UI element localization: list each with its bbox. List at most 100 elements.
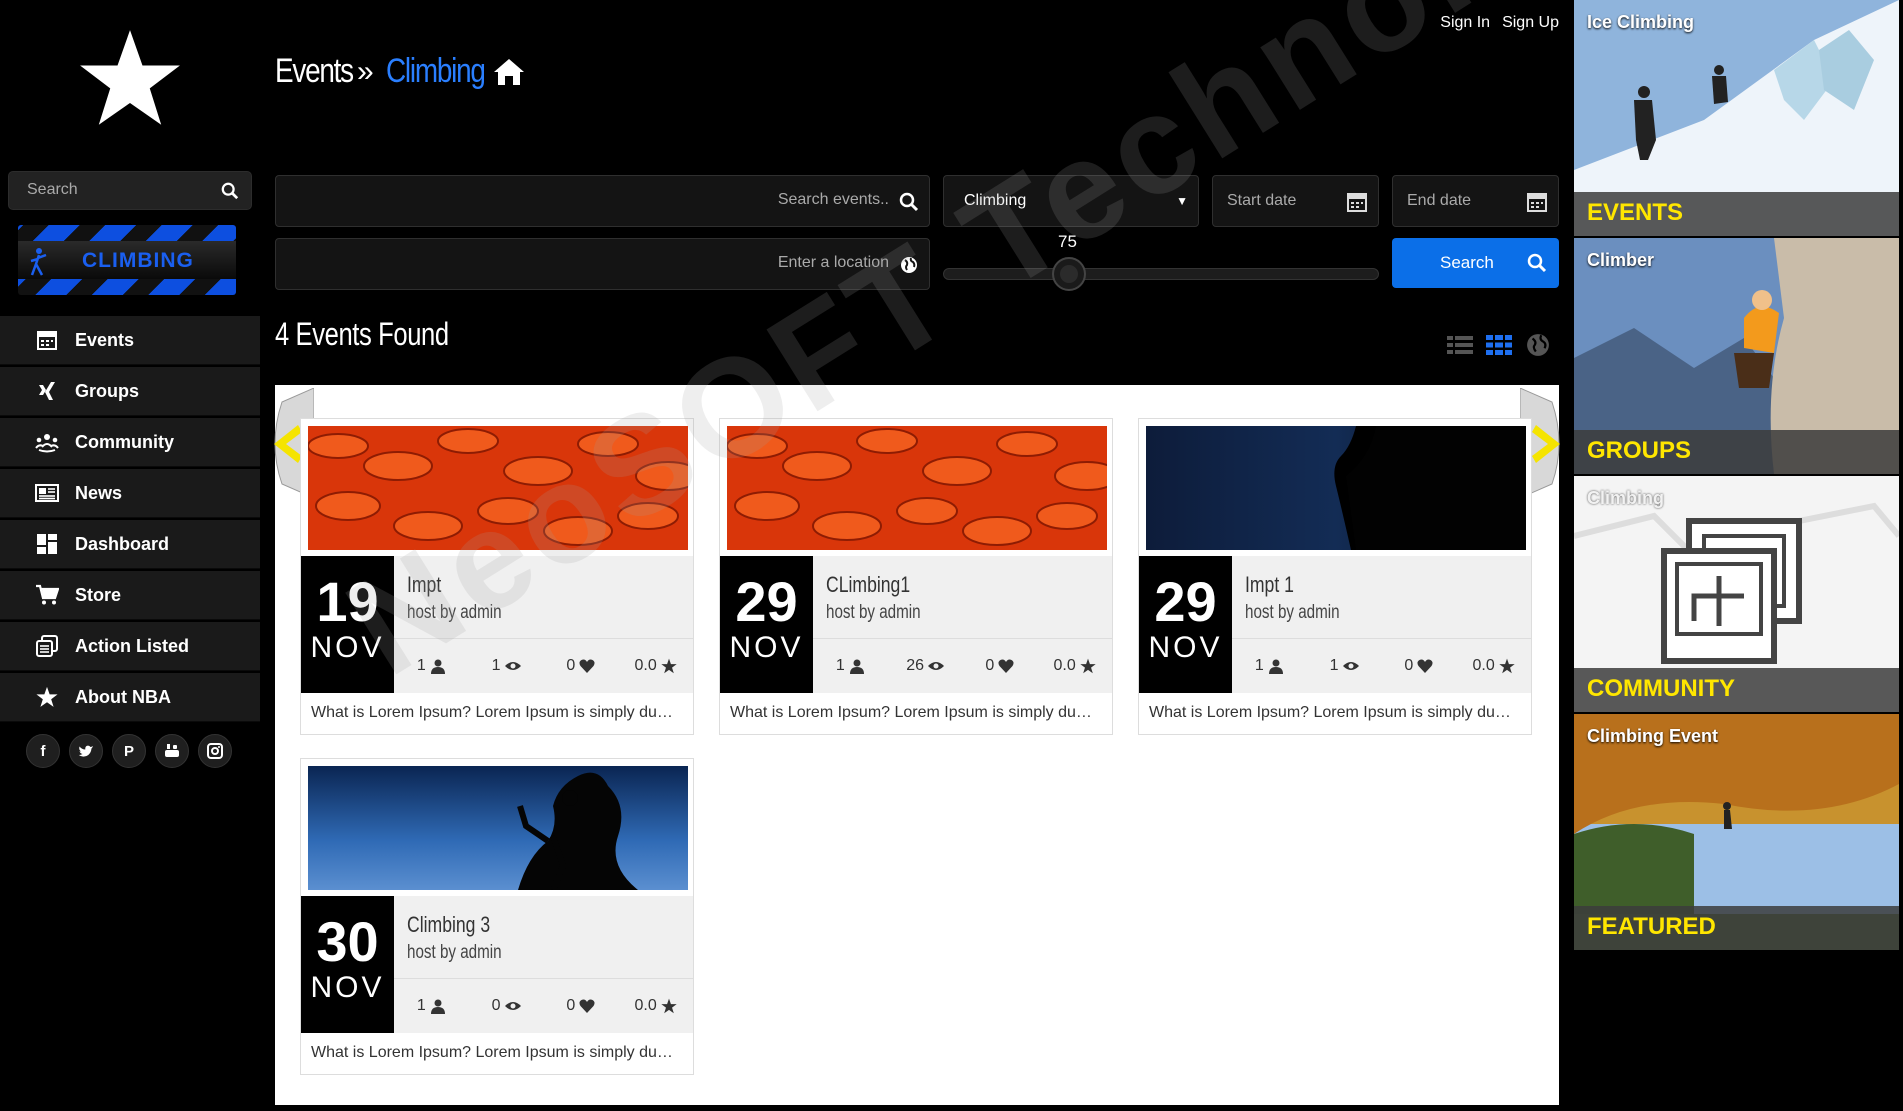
rating-stat: 0.0 <box>1456 657 1531 675</box>
end-date-field[interactable] <box>1392 175 1559 227</box>
event-image[interactable] <box>308 766 688 890</box>
start-date-input[interactable] <box>1227 192 1337 210</box>
event-date: 29 NOV <box>720 556 813 693</box>
event-image[interactable] <box>308 426 688 550</box>
sidebar-item-community[interactable]: Community <box>0 418 260 467</box>
likes-stat: 0 <box>963 657 1038 675</box>
event-stats: 1 26 0 0.0 <box>813 638 1112 693</box>
location-field[interactable] <box>275 238 930 290</box>
event-title[interactable]: CLimbing1 <box>826 572 910 598</box>
search-icon[interactable] <box>899 192 919 212</box>
event-date: 30 NOV <box>301 896 394 1033</box>
event-host: host by admin <box>826 602 921 623</box>
youtube-icon[interactable] <box>155 734 189 768</box>
event-image[interactable] <box>727 426 1107 550</box>
event-description: What is Lorem Ipsum? Lorem Ipsum is simp… <box>311 1044 686 1061</box>
event-stats: 1 1 0 0.0 <box>1232 638 1531 693</box>
attendees-count: 1 <box>416 997 426 1014</box>
sidebar-item-label: Events <box>75 329 135 350</box>
sidebar-item-groups[interactable]: Groups <box>0 367 260 416</box>
tile-label: GROUPS <box>1587 437 1692 464</box>
location-input[interactable] <box>349 254 889 272</box>
sidebar-item-about[interactable]: About NBA <box>0 673 260 722</box>
event-card[interactable]: 29 NOV Impt 1 host by admin 1 1 0 0.0 Wh… <box>1138 418 1532 735</box>
sidebar-search-input[interactable] <box>27 181 217 199</box>
radius-slider-track[interactable] <box>943 268 1379 280</box>
event-title[interactable]: Impt <box>407 572 441 598</box>
sidebar: CLIMBING Events Groups Community News Da… <box>0 0 260 1111</box>
map-view-icon[interactable] <box>1525 333 1551 357</box>
tile-bar: COMMUNITY <box>1574 668 1899 712</box>
rating-value: 0.0 <box>1472 657 1495 674</box>
user-icon <box>430 659 445 674</box>
pinterest-icon[interactable]: P <box>112 734 146 768</box>
facebook-icon[interactable]: f <box>26 734 60 768</box>
event-stats: 1 0 0 0.0 <box>394 978 693 1033</box>
xing-icon <box>34 379 60 403</box>
home-icon[interactable] <box>492 57 526 87</box>
tile-events[interactable]: Ice Climbing EVENTS <box>1574 0 1899 236</box>
grid-view-icon[interactable] <box>1486 333 1512 357</box>
calendar-icon <box>34 328 60 352</box>
tile-featured[interactable]: Climbing Event FEATURED <box>1574 714 1899 950</box>
views-count: 1 <box>1329 657 1339 674</box>
event-image[interactable] <box>1146 426 1526 550</box>
sidebar-item-events[interactable]: Events <box>0 316 260 365</box>
tile-community[interactable]: Climbing COMMUNITY <box>1574 476 1899 712</box>
views-stat: 1 <box>1307 657 1382 675</box>
search-icon[interactable] <box>221 182 239 200</box>
tile-caption: Climbing <box>1587 488 1664 508</box>
event-search-input[interactable] <box>349 191 889 209</box>
sidebar-item-label: Community <box>75 431 174 452</box>
attendees-count: 1 <box>416 657 426 674</box>
calendar-icon[interactable] <box>1346 191 1368 213</box>
sidebar-item-news[interactable]: News <box>0 469 260 518</box>
event-card[interactable]: 29 NOV CLimbing1 host by admin 1 26 0 0.… <box>719 418 1113 735</box>
community-icon <box>34 430 60 454</box>
likes-count: 0 <box>566 997 576 1014</box>
start-date-field[interactable] <box>1212 175 1379 227</box>
tile-caption: Climber <box>1587 250 1655 270</box>
sidebar-item-dashboard[interactable]: Dashboard <box>0 520 260 569</box>
breadcrumb-separator: » <box>357 54 374 88</box>
event-title[interactable]: Impt 1 <box>1245 572 1294 598</box>
radius-slider-handle[interactable] <box>1052 257 1086 291</box>
sign-up-link[interactable]: Sign Up <box>1502 14 1559 32</box>
event-title[interactable]: Climbing 3 <box>407 912 490 938</box>
auth-links: Sign In Sign Up <box>1440 14 1559 32</box>
sidebar-item-action-listed[interactable]: Action Listed <box>0 622 260 671</box>
social-links: f P <box>26 734 232 768</box>
sidebar-item-store[interactable]: Store <box>0 571 260 620</box>
newspaper-icon <box>34 481 60 505</box>
event-search-field[interactable] <box>275 175 930 227</box>
breadcrumb-current: Climbing <box>386 52 486 90</box>
tile-groups[interactable]: Climber GROUPS <box>1574 238 1899 474</box>
sidebar-item-label: About NBA <box>75 686 171 707</box>
breadcrumb-events-link[interactable]: Events <box>275 52 354 91</box>
search-button[interactable]: Search <box>1392 238 1559 288</box>
eye-icon <box>504 662 521 670</box>
tile-bar: EVENTS <box>1574 192 1899 236</box>
star-logo-icon[interactable] <box>78 28 182 128</box>
end-date-input[interactable] <box>1407 192 1517 210</box>
sidebar-search[interactable] <box>8 171 252 210</box>
category-select[interactable]: Climbing ▼ <box>943 175 1199 227</box>
rating-value: 0.0 <box>634 657 657 674</box>
heart-icon <box>579 999 595 1013</box>
search-icon <box>1527 253 1547 273</box>
event-date: 29 NOV <box>1139 556 1232 693</box>
sidebar-item-label: Action Listed <box>75 635 190 656</box>
instagram-icon[interactable] <box>198 734 232 768</box>
list-view-icon[interactable] <box>1447 333 1473 357</box>
event-card[interactable]: 19 NOV Impt host by admin 1 1 0 0.0 What… <box>300 418 694 735</box>
event-card-body: 29 NOV CLimbing1 host by admin 1 26 0 0.… <box>720 556 1112 693</box>
app-root: CLIMBING Events Groups Community News Da… <box>0 0 1903 1111</box>
event-card[interactable]: 30 NOV Climbing 3 host by admin 1 0 0 0.… <box>300 758 694 1075</box>
event-month: NOV <box>310 631 385 664</box>
globe-icon <box>901 257 917 273</box>
sidebar-item-label: Dashboard <box>75 533 170 554</box>
twitter-icon[interactable] <box>69 734 103 768</box>
sign-in-link[interactable]: Sign In <box>1440 14 1490 32</box>
climbing-banner[interactable]: CLIMBING <box>18 225 236 295</box>
calendar-icon[interactable] <box>1526 191 1548 213</box>
